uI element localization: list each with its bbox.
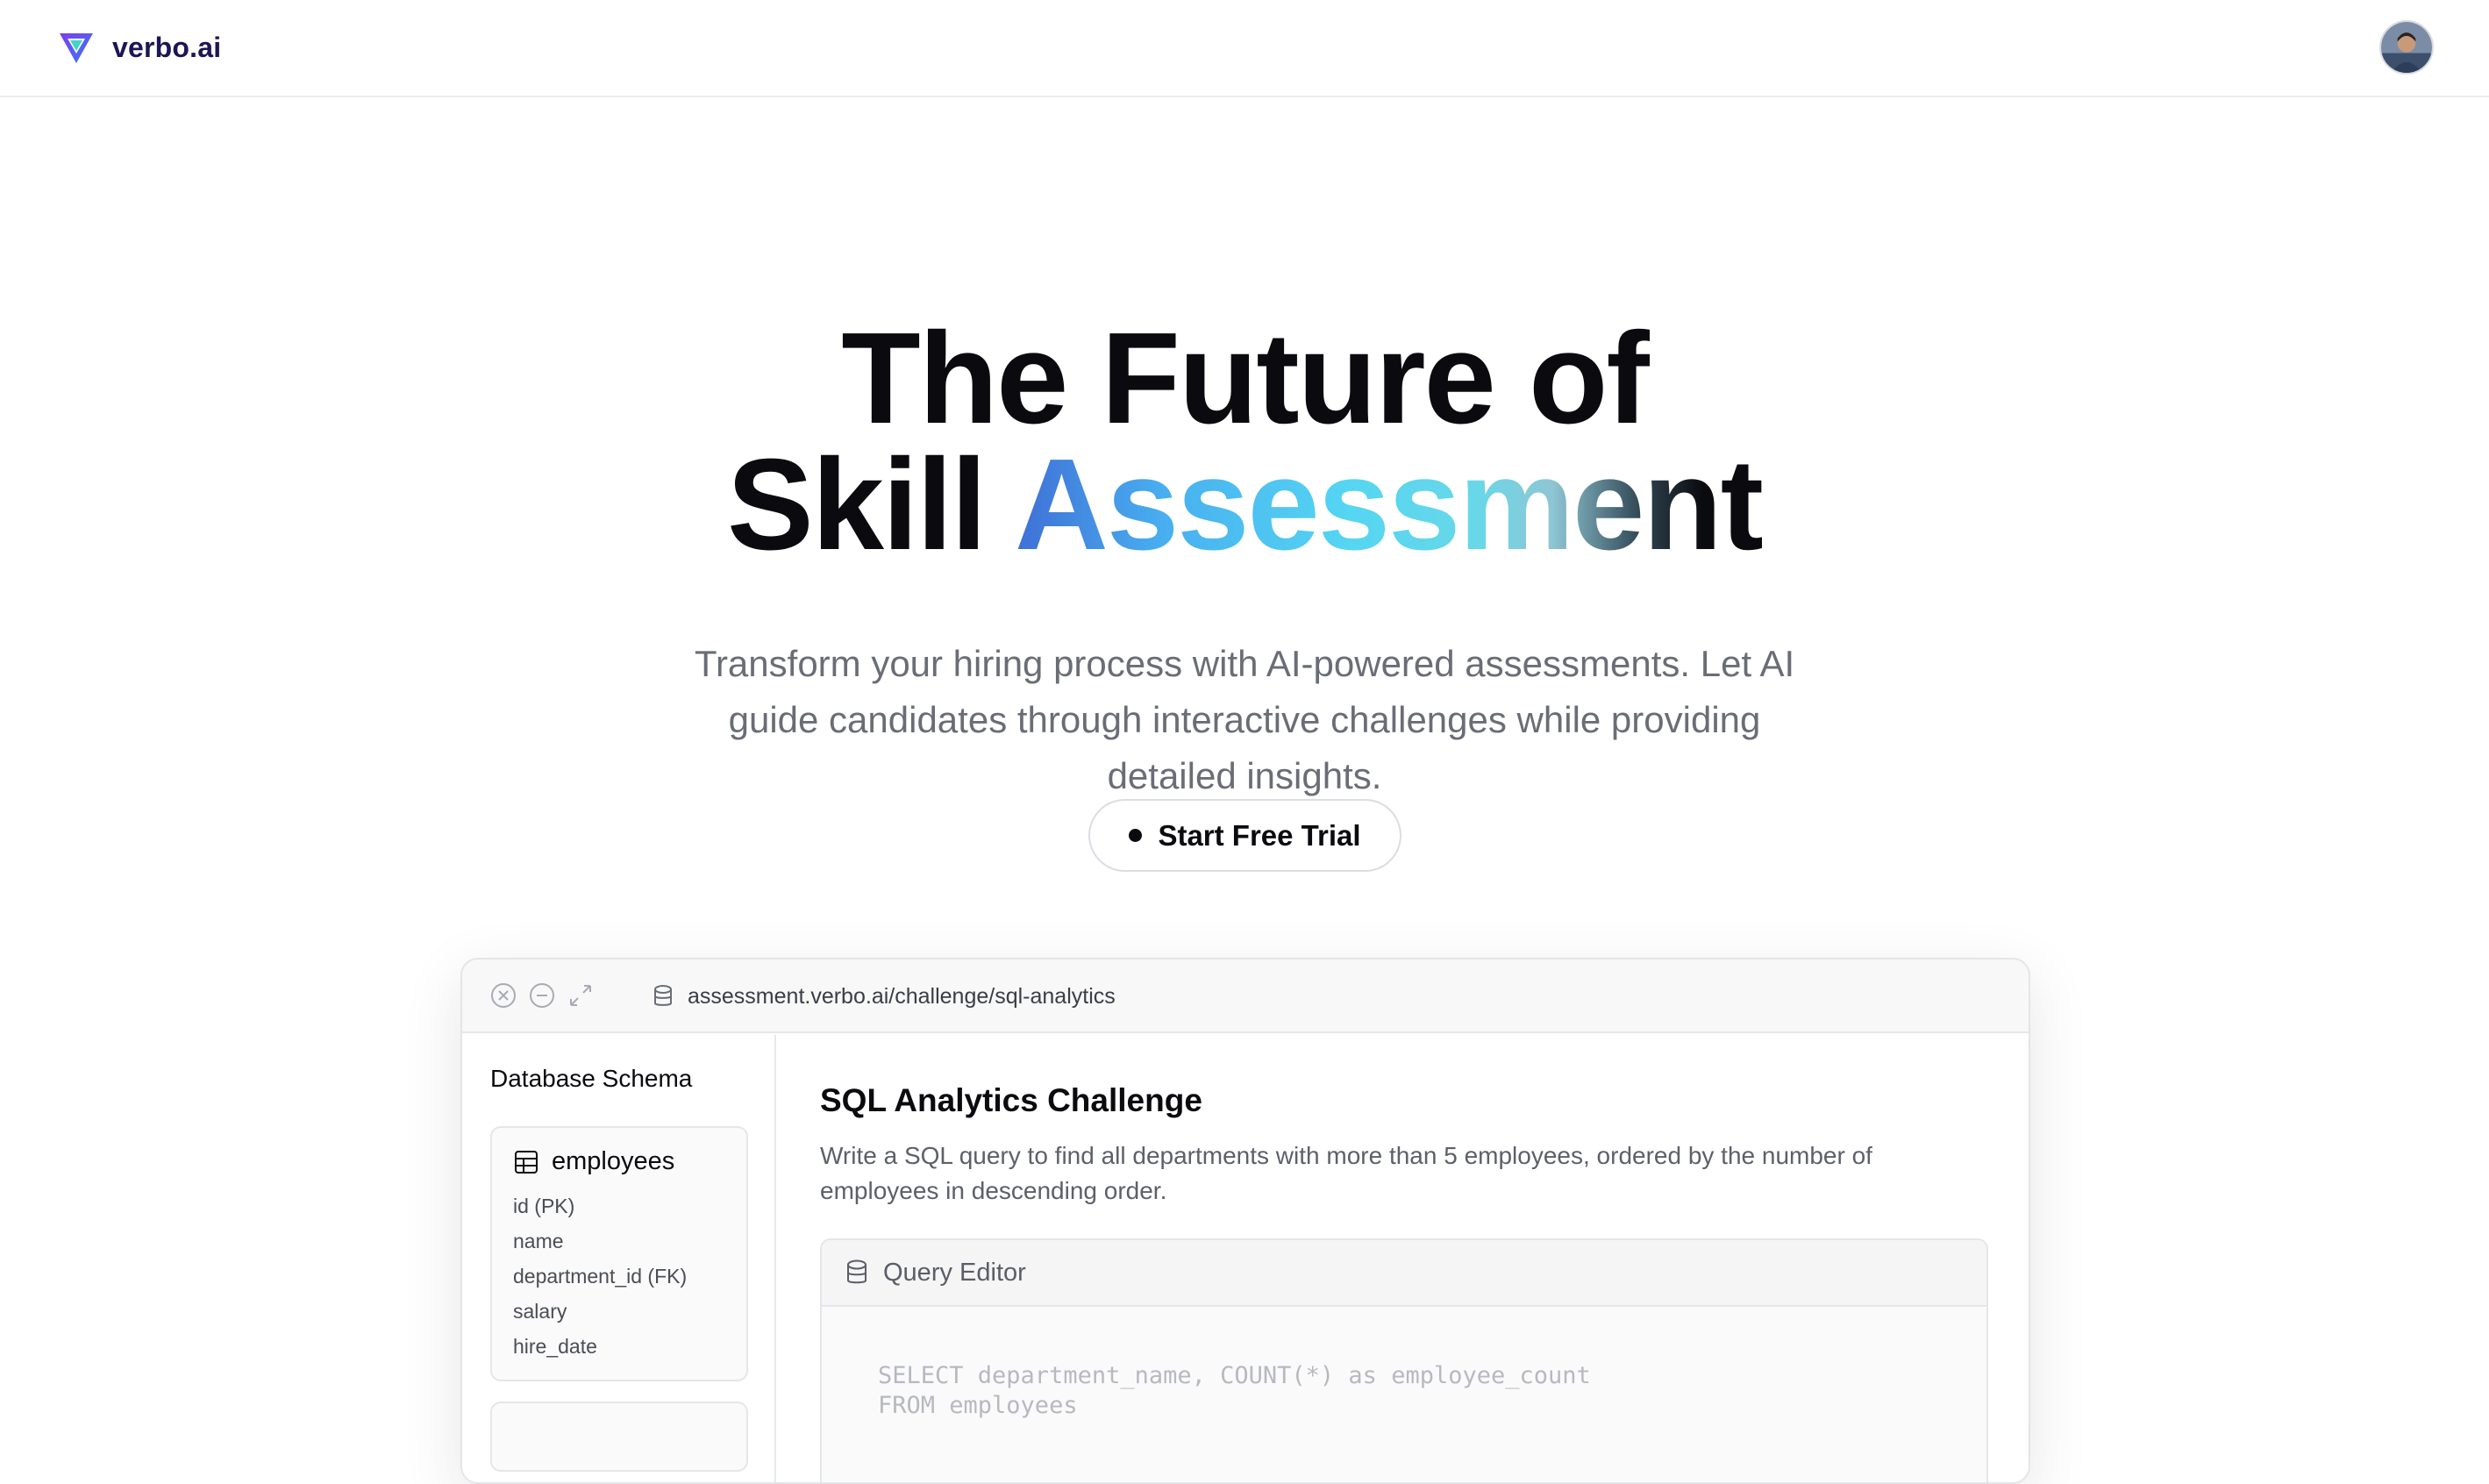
column-item: hire_date — [513, 1335, 597, 1358]
hero-title-line-1: The Future of — [841, 306, 1649, 451]
column-item: salary — [513, 1300, 567, 1323]
minimize-icon[interactable] — [527, 981, 557, 1010]
hero-title: The Future of Skill Assessment — [0, 306, 2489, 570]
table-header: employees — [513, 1147, 725, 1176]
query-editor[interactable]: Query Editor SELECT department_name, COU… — [820, 1238, 1988, 1482]
column-item: department_id (FK) — [513, 1265, 688, 1288]
dot-icon — [1129, 829, 1143, 842]
window-titlebar: assessment.verbo.ai/challenge/sql-analyt… — [462, 960, 2029, 1033]
challenge-main-pane: SQL Analytics Challenge Write a SQL quer… — [778, 1035, 2029, 1482]
database-icon — [847, 1259, 867, 1284]
assessment-preview-window: assessment.verbo.ai/challenge/sql-analyt… — [460, 958, 2030, 1484]
column-item: name — [513, 1230, 564, 1252]
schema-table-card[interactable]: employees id (PK) name department_id (FK… — [490, 1126, 748, 1381]
close-icon[interactable] — [489, 981, 518, 1010]
hero-title-assessment-gradient: Assessment — [1014, 432, 1764, 577]
challenge-title: SQL Analytics Challenge — [820, 1082, 1202, 1118]
hero-title-line-2: Skill Assessment — [0, 440, 2489, 570]
code-line: SELECT department_name, COUNT(*) as empl… — [878, 1362, 1591, 1389]
brand-home-link[interactable]: verbo.ai — [58, 28, 221, 67]
address-bar[interactable]: assessment.verbo.ai/challenge/sql-analyt… — [653, 981, 1116, 1012]
hero-subtitle: Transform your hiring process with AI-po… — [694, 643, 1795, 796]
expand-icon[interactable] — [566, 981, 596, 1010]
brand-name: verbo.ai — [112, 31, 222, 63]
start-free-trial-button[interactable]: Start Free Trial — [1088, 799, 1401, 872]
query-code-area[interactable]: SELECT department_name, COUNT(*) as empl… — [822, 1307, 1986, 1421]
database-icon — [654, 985, 672, 1006]
verbo-logo-icon — [60, 33, 93, 63]
schema-table-card[interactable] — [490, 1402, 748, 1472]
schema-sidebar: Database Schema employees id (PK) name d… — [462, 1035, 776, 1482]
table-grid-icon — [515, 1150, 538, 1174]
user-avatar-icon[interactable] — [2379, 20, 2434, 75]
table-name: employees — [552, 1147, 675, 1175]
challenge-description: Write a SQL query to find all department… — [820, 1142, 1872, 1204]
query-editor-header: Query Editor — [822, 1240, 1986, 1307]
start-free-trial-label: Start Free Trial — [1158, 818, 1361, 852]
hero-title-skill: Skill — [726, 432, 1015, 577]
code-line: FROM employees — [878, 1392, 1078, 1419]
sidebar-title: Database Schema — [490, 1065, 693, 1092]
column-item: id (PK) — [513, 1195, 575, 1217]
address-url: assessment.verbo.ai/challenge/sql-analyt… — [688, 983, 1116, 1009]
top-navigation-bar: verbo.ai — [0, 0, 2489, 97]
query-editor-label: Query Editor — [883, 1258, 1026, 1287]
